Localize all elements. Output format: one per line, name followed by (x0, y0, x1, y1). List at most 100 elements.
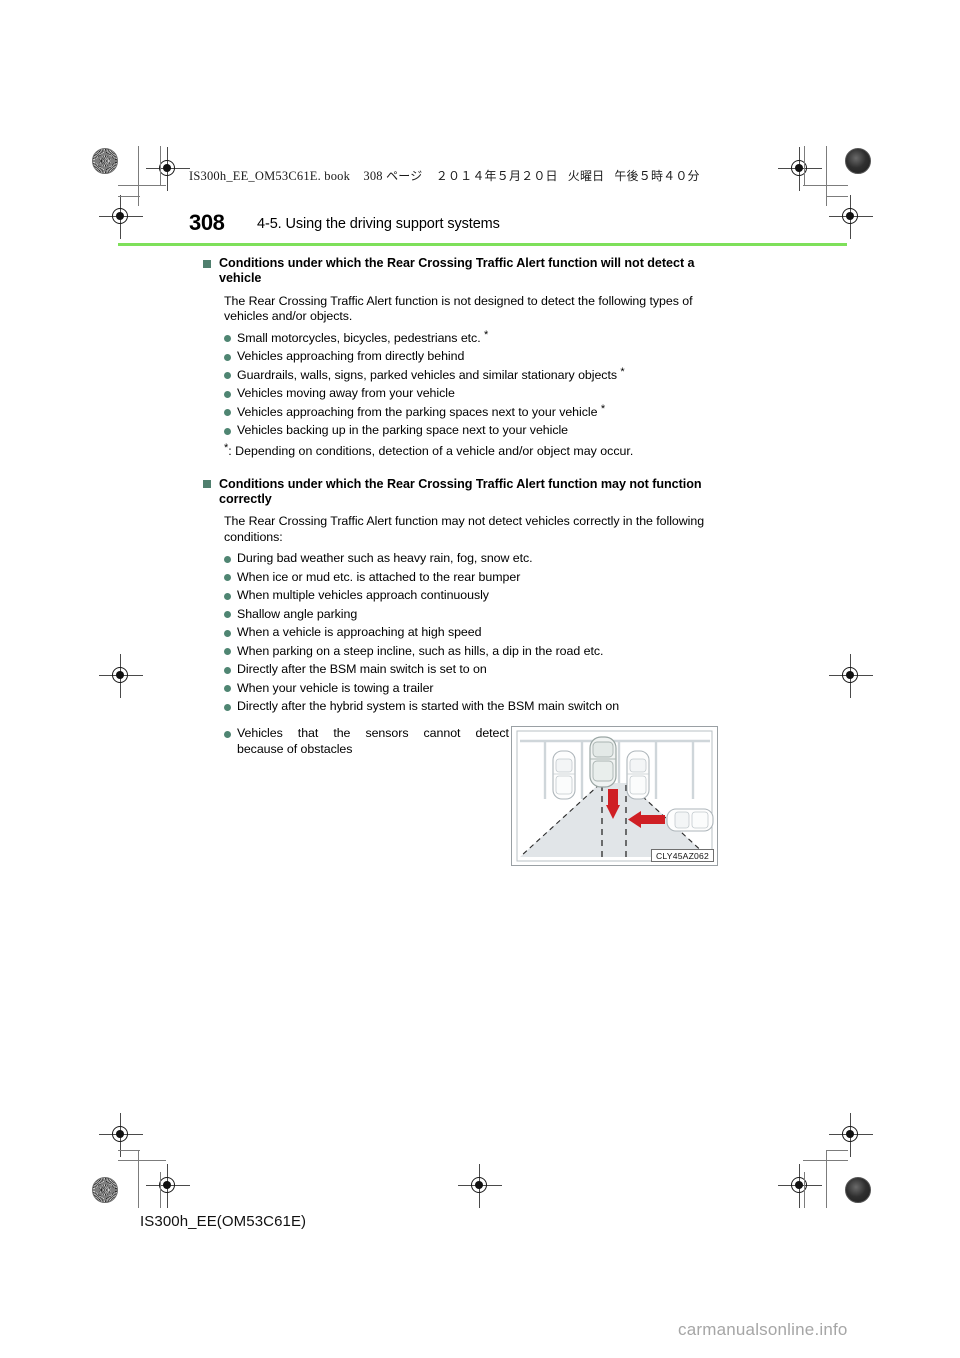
list-item-text: Vehicles approaching from the parking sp… (237, 404, 598, 419)
condition-list-2: During bad weather such as heavy rain, f… (203, 551, 733, 714)
list-item: Directly after the hybrid system is star… (224, 699, 733, 714)
list-item-text: Guardrails, walls, signs, parked vehicle… (237, 367, 617, 382)
crop-mark-lower-left (99, 1113, 143, 1157)
trim-line-top-vertical-2 (160, 146, 161, 185)
trim-line-bottom (118, 1160, 166, 1161)
footnote-text: : Depending on conditions, detection of … (228, 444, 634, 459)
list-item-text: When ice or mud etc. is attached to the … (237, 569, 521, 584)
section-heading-2-text: Conditions under which the Rear Crossing… (219, 476, 702, 507)
trim-line-top-inner (118, 196, 140, 197)
list-item: Guardrails, walls, signs, parked vehicle… (224, 365, 733, 383)
section-intro-2: The Rear Crossing Traffic Alert function… (224, 514, 705, 544)
list-item: When your vehicle is towing a trailer (224, 681, 733, 696)
list-item: Vehicles backing up in the parking space… (224, 423, 733, 438)
list-item-text: When multiple vehicles approach continuo… (237, 588, 489, 603)
section-intro-1: The Rear Crossing Traffic Alert function… (224, 293, 693, 324)
list-item-text: When a vehicle is approaching at high sp… (237, 625, 482, 640)
crop-mark-lower-right (829, 1113, 873, 1157)
final-word: sensors (365, 726, 409, 741)
header-weekday: 火曜日 (567, 169, 605, 183)
header-time: 午後５時４０分 (614, 169, 700, 183)
header-date: ２０１４年５月２０日 (435, 169, 558, 183)
trim-line-bottom-right-vertical-2 (804, 1172, 805, 1208)
registration-solid-top-right (845, 148, 871, 174)
list-item: During bad weather such as heavy rain, f… (224, 551, 733, 566)
list-item: Shallow angle parking (224, 607, 733, 622)
crop-mark-bottom-left (146, 1164, 190, 1208)
crop-mark-bottom-right (778, 1164, 822, 1208)
crop-mark-middle-left (99, 654, 143, 698)
list-item: Vehicles that the sensors cannot detect … (224, 726, 509, 757)
footnote-marker: * (600, 402, 606, 415)
site-watermark: carmanualsonline.info (678, 1320, 848, 1339)
crop-mark-top-right (778, 147, 822, 191)
trim-line-top-vertical (138, 146, 139, 206)
round-bullet-icon (224, 731, 231, 739)
round-bullet-icon (224, 390, 231, 398)
list-item: When multiple vehicles approach continuo… (224, 588, 733, 603)
footnote-marker: * (620, 365, 625, 378)
square-bullet-icon (203, 259, 211, 268)
crop-mark-upper-left (99, 195, 143, 239)
list-item-text: When parking on a steep incline, such as… (237, 643, 604, 658)
round-bullet-icon (224, 629, 231, 637)
final-word: Vehicles (237, 726, 283, 741)
final-word: that (297, 726, 319, 741)
crop-mark-top-left (146, 147, 190, 191)
list-item-text: Vehicles backing up in the parking space… (237, 423, 569, 438)
list-item: When parking on a steep incline, such as… (224, 644, 733, 659)
footnote-line: *: Depending on conditions, detection of… (224, 441, 733, 459)
trim-line-bottom-right-inner (826, 1150, 848, 1151)
section-heading-1: Conditions under which the Rear Crossing… (203, 256, 733, 287)
list-item: When ice or mud etc. is attached to the … (224, 570, 733, 585)
list-item: Vehicles approaching from directly behin… (224, 349, 733, 364)
round-bullet-icon (224, 703, 231, 711)
print-header-line: IS300h_EE_OM53C61E. book 308 ページ ２０１４年５月… (189, 167, 700, 184)
round-bullet-icon (224, 611, 231, 619)
crop-mark-middle-right (829, 654, 873, 698)
trim-line-bottom-vertical (138, 1150, 139, 1208)
trim-line-top-right-inner (826, 196, 848, 197)
figure-code-label: CLY45AZ062 (651, 849, 714, 863)
registration-rosette-top-left (92, 148, 118, 174)
list-item-text: Vehicles moving away from your vehicle (237, 386, 455, 401)
condition-list-1: Small motorcycles, bicycles, pedestrians… (203, 329, 733, 439)
final-word: detect (475, 726, 509, 741)
trim-line-bottom-vertical-2 (160, 1172, 161, 1208)
header-page-number: 308 (363, 169, 383, 183)
final-item-line-1: Vehicles that the sensors cannot detect (237, 726, 509, 741)
list-item: Directly after the BSM main switch is se… (224, 662, 733, 677)
list-item: Vehicles approaching from the parking sp… (224, 402, 733, 420)
round-bullet-icon (224, 666, 231, 674)
trim-line-top (118, 185, 166, 186)
square-bullet-icon (203, 480, 211, 489)
list-item-text: Directly after the BSM main switch is se… (237, 662, 487, 677)
parking-lot-diagram (512, 727, 717, 866)
registration-rosette-bottom-left (92, 1177, 118, 1203)
section-heading-1-text: Conditions under which the Rear Crossing… (219, 256, 695, 286)
final-word: the (333, 726, 351, 741)
section-heading-2: Conditions under which the Rear Crossing… (203, 477, 733, 508)
round-bullet-icon (224, 372, 231, 380)
round-bullet-icon (224, 353, 231, 361)
header-divider-rule (118, 243, 847, 246)
trim-line-top-right-vertical-2 (804, 146, 805, 185)
list-item-text: Small motorcycles, bicycles, pedestrians… (237, 330, 481, 345)
rear-crossing-traffic-alert-figure: CLY45AZ062 (511, 726, 718, 867)
crop-mark-bottom-center (458, 1164, 502, 1208)
section-title: 4-5. Using the driving support systems (257, 216, 500, 232)
figure-caption-column: Vehicles that the sensors cannot detect … (203, 726, 509, 757)
trim-line-top-right-vertical (826, 146, 827, 206)
crop-mark-upper-right (829, 195, 873, 239)
footer-document-code: IS300h_EE(OM53C61E) (140, 1213, 307, 1230)
final-item-line-2: because of obstacles (237, 741, 353, 756)
trim-line-bottom-inner (118, 1150, 140, 1151)
round-bullet-icon (224, 555, 231, 563)
trim-line-bottom-right-vertical (826, 1150, 827, 1208)
figure-row: Vehicles that the sensors cannot detect … (203, 726, 733, 867)
list-item-text: Directly after the hybrid system is star… (237, 699, 620, 714)
list-item: Vehicles moving away from your vehicle (224, 386, 733, 401)
list-item-text: During bad weather such as heavy rain, f… (237, 551, 533, 566)
round-bullet-icon (224, 592, 231, 600)
page-content: Conditions under which the Rear Crossing… (203, 256, 733, 867)
